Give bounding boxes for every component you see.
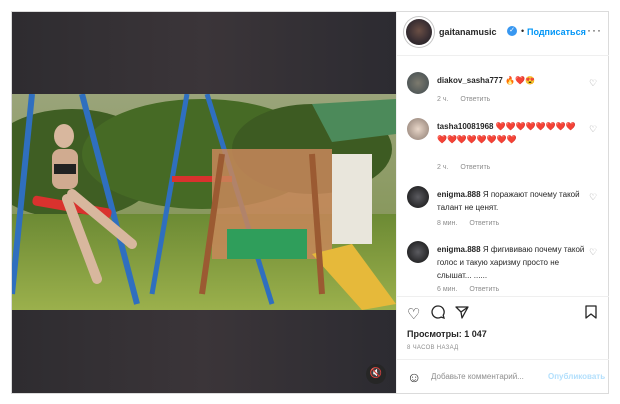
post-header: gaitanamusic ✓ • Подписаться ··· bbox=[397, 12, 609, 56]
publish-button[interactable]: Опубликовать bbox=[548, 372, 605, 381]
post-actions: ♡ Просмотры: 1 047 8 ЧАСОВ НАЗАД ☺ Добав… bbox=[397, 296, 609, 394]
verified-badge-icon: ✓ bbox=[507, 26, 517, 36]
like-icon[interactable]: ♡ bbox=[407, 305, 420, 323]
comment-item: enigma.888 Я фигививаю почему такой голо… bbox=[407, 241, 603, 293]
comment-text: tasha10081968 ❤️❤️❤️❤️❤️❤️❤️❤️❤️❤️❤️❤️❤️… bbox=[437, 120, 585, 146]
comment-text: enigma.888 Я фигививаю почему такой голо… bbox=[437, 243, 585, 282]
comment-meta: 2 ч. Ответить bbox=[437, 96, 500, 103]
comment-time[interactable]: 2 ч. bbox=[437, 96, 448, 103]
reply-button[interactable]: Ответить bbox=[469, 286, 499, 293]
reply-button[interactable]: Ответить bbox=[460, 164, 490, 171]
video-blur-bottom bbox=[12, 310, 396, 393]
post-sidebar: gaitanamusic ✓ • Подписаться ··· diakov_… bbox=[396, 12, 609, 393]
comment-input[interactable]: Добавьте комментарий... bbox=[431, 372, 524, 381]
video-frame[interactable] bbox=[12, 94, 396, 310]
views-count[interactable]: Просмотры: 1 047 bbox=[407, 329, 487, 339]
comment-time[interactable]: 2 ч. bbox=[437, 164, 448, 171]
comment-text: diakov_sasha777 🔥❤️😍 bbox=[437, 74, 585, 87]
commenter-avatar[interactable] bbox=[407, 118, 429, 140]
comment-meta: 6 мин. Ответить bbox=[437, 286, 509, 293]
comment-time[interactable]: 8 мин. bbox=[437, 220, 457, 227]
comment-meta: 2 ч. Ответить bbox=[437, 164, 500, 171]
author-avatar[interactable] bbox=[406, 19, 432, 45]
commenter-avatar[interactable] bbox=[407, 241, 429, 263]
author-username[interactable]: gaitanamusic bbox=[439, 27, 497, 37]
comment-icon[interactable] bbox=[431, 305, 445, 323]
more-options-icon[interactable]: ··· bbox=[587, 23, 602, 37]
comment-like-icon[interactable]: ♡ bbox=[589, 247, 597, 258]
share-icon[interactable] bbox=[455, 305, 469, 323]
swing-scene-image bbox=[12, 94, 396, 310]
reply-button[interactable]: Ответить bbox=[469, 220, 499, 227]
video-blur-top bbox=[12, 12, 396, 94]
comment-like-icon[interactable]: ♡ bbox=[589, 192, 597, 203]
comment-time[interactable]: 6 мин. bbox=[437, 286, 457, 293]
add-comment-bar: ☺ Добавьте комментарий... Опубликовать bbox=[397, 359, 609, 395]
separator-dot: • bbox=[521, 26, 525, 36]
emoji-icon[interactable]: ☺ bbox=[407, 369, 421, 385]
post-card: 🔇 gaitanamusic ✓ • Подписаться ··· diako… bbox=[11, 11, 609, 394]
comment-text: enigma.888 Я поражают почему такой талан… bbox=[437, 188, 585, 214]
comment-like-icon[interactable]: ♡ bbox=[589, 78, 597, 89]
comment-item: diakov_sasha777 🔥❤️😍 2 ч. Ответить ♡ bbox=[407, 72, 603, 108]
comment-username[interactable]: enigma.888 bbox=[437, 245, 481, 254]
comment-username[interactable]: tasha10081968 bbox=[437, 122, 494, 131]
mute-icon[interactable]: 🔇 bbox=[366, 364, 386, 384]
commenter-avatar[interactable] bbox=[407, 186, 429, 208]
comment-meta: 8 мин. Ответить bbox=[437, 220, 509, 227]
comments-list: diakov_sasha777 🔥❤️😍 2 ч. Ответить ♡ tas… bbox=[397, 56, 609, 296]
comment-username[interactable]: diakov_sasha777 bbox=[437, 76, 503, 85]
commenter-avatar[interactable] bbox=[407, 72, 429, 94]
follow-button[interactable]: Подписаться bbox=[527, 27, 586, 37]
post-media[interactable]: 🔇 bbox=[12, 12, 396, 393]
bookmark-icon[interactable] bbox=[585, 305, 597, 323]
post-time[interactable]: 8 ЧАСОВ НАЗАД bbox=[407, 345, 458, 351]
comment-item: tasha10081968 ❤️❤️❤️❤️❤️❤️❤️❤️❤️❤️❤️❤️❤️… bbox=[407, 118, 603, 174]
comment-username[interactable]: enigma.888 bbox=[437, 190, 481, 199]
comment-item: enigma.888 Я поражают почему такой талан… bbox=[407, 186, 603, 228]
comment-like-icon[interactable]: ♡ bbox=[589, 124, 597, 135]
comment-body: 🔥❤️😍 bbox=[505, 76, 535, 85]
reply-button[interactable]: Ответить bbox=[460, 96, 490, 103]
